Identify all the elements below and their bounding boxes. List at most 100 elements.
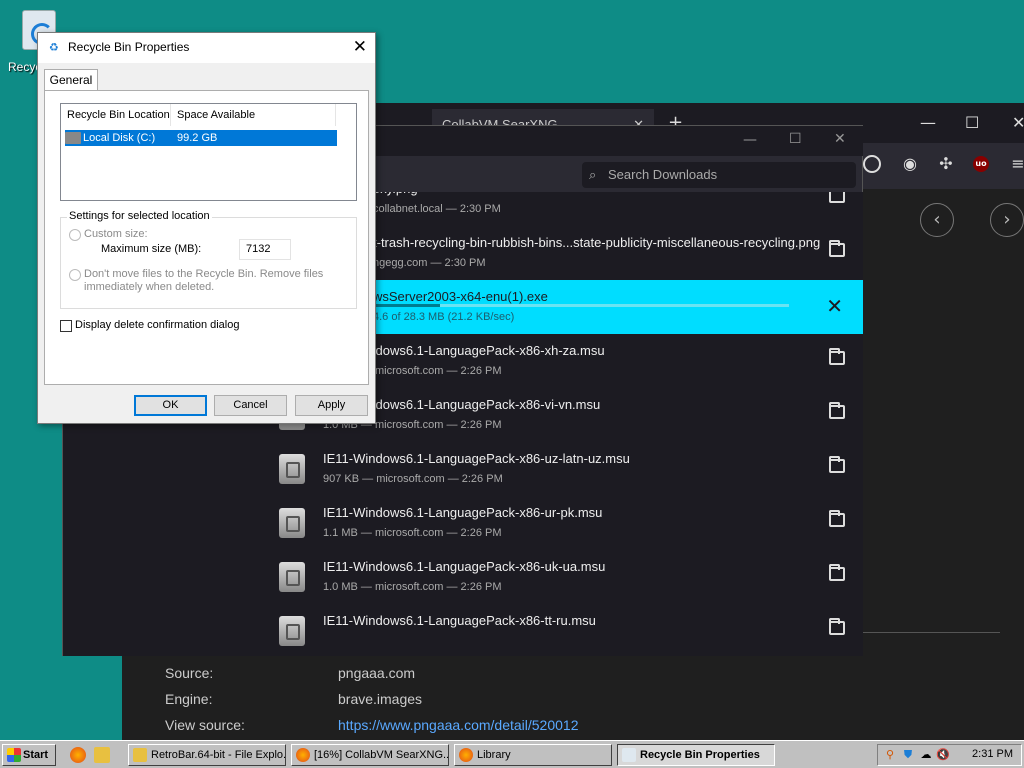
- tab-panel-general: Recycle Bin Location Space Available Loc…: [44, 90, 369, 385]
- open-folder-icon[interactable]: [829, 348, 845, 365]
- system-tray: ⚲ ⛊ ☁ 🔇 2:31 PM: [877, 744, 1022, 766]
- recycle-bin-icon: [622, 748, 636, 762]
- view-source-link[interactable]: https://www.pngaaa.com/detail/520012: [338, 717, 579, 733]
- dont-move-radio[interactable]: [69, 269, 81, 281]
- explorer-quicklaunch-icon[interactable]: [94, 747, 110, 763]
- download-name: IE11-Windows6.1-LanguagePack-x86-ur-pk.m…: [323, 505, 603, 520]
- dialog-titlebar: ♻ Recycle Bin Properties ✕: [38, 33, 375, 63]
- clock: 2:31 PM: [972, 748, 1013, 760]
- max-size-label: Maximum size (MB):: [101, 243, 202, 255]
- library-close-button[interactable]: ✕: [834, 131, 846, 147]
- file-icon: [279, 454, 305, 484]
- browser-close-button[interactable]: ✕: [1012, 113, 1024, 132]
- account-icon[interactable]: ◉: [899, 153, 921, 175]
- next-image-button[interactable]: ›: [990, 203, 1024, 237]
- custom-size-label: Custom size:: [84, 228, 148, 240]
- download-item[interactable]: IE11-Windows6.1-LanguagePack-x86-tt-ru.m…: [263, 604, 863, 656]
- taskbar-item-label: [16%] CollabVM SearXNG...: [314, 749, 449, 761]
- shield-icon[interactable]: ⛊: [901, 748, 915, 762]
- dont-move-label-1: Don't move files to the Recycle Bin. Rem…: [84, 268, 324, 280]
- start-button[interactable]: Start: [2, 744, 56, 766]
- engine-label: Engine:: [165, 691, 213, 707]
- download-meta: collabnet.local — 2:30 PM: [373, 203, 501, 215]
- library-minimize-button[interactable]: —: [743, 132, 757, 148]
- dont-move-label-2: immediately when deleted.: [84, 281, 215, 293]
- file-icon: [279, 508, 305, 538]
- drive-icon: [65, 132, 81, 144]
- download-meta: 4.6 of 28.3 MB (21.2 KB/sec): [373, 311, 515, 323]
- cancel-button[interactable]: Cancel: [214, 395, 287, 416]
- taskbar-item-label: Recycle Bin Properties: [640, 749, 760, 761]
- taskbar-item-label: Library: [477, 749, 511, 761]
- custom-size-radio[interactable]: [69, 229, 81, 241]
- open-folder-icon[interactable]: [829, 510, 845, 527]
- location-listview[interactable]: Recycle Bin Location Space Available Loc…: [60, 103, 357, 201]
- search-placeholder: Search Downloads: [608, 167, 718, 182]
- column-header-location[interactable]: Recycle Bin Location: [61, 104, 171, 126]
- download-item[interactable]: IE11-Windows6.1-LanguagePack-x86-ur-pk.m…: [263, 496, 863, 550]
- download-name: IE11-Windows6.1-LanguagePack-x86-tt-ru.m…: [323, 613, 596, 628]
- taskbar-item-file-explorer[interactable]: RetroBar.64-bit - File Explo...: [128, 744, 286, 766]
- download-name: wsServer2003-x64-enu(1).exe: [373, 289, 548, 304]
- download-item[interactable]: IE11-Windows6.1-LanguagePack-x86-uk-ua.m…: [263, 550, 863, 604]
- download-meta: ngegg.com — 2:30 PM: [373, 257, 486, 269]
- menu-icon[interactable]: ≡: [1007, 153, 1024, 175]
- download-meta: 907 KB — microsoft.com — 2:26 PM: [323, 473, 503, 485]
- taskbar: Start RetroBar.64-bit - File Explo... [1…: [0, 740, 1024, 768]
- open-folder-icon[interactable]: [829, 402, 845, 419]
- tab-general[interactable]: General: [44, 69, 98, 91]
- download-name: t-trash-recycling-bin-rubbish-bins...sta…: [373, 235, 821, 250]
- taskbar-item-searxng[interactable]: [16%] CollabVM SearXNG...: [291, 744, 449, 766]
- firefox-icon: [296, 748, 310, 762]
- engine-value: brave.images: [338, 691, 423, 707]
- settings-group-title: Settings for selected location: [67, 210, 212, 222]
- view-source-label: View source:: [165, 717, 245, 733]
- source-label: Source:: [165, 665, 214, 681]
- download-item[interactable]: IE11-Windows6.1-LanguagePack-x86-uz-latn…: [263, 442, 863, 496]
- browser-maximize-button[interactable]: ☐: [965, 113, 979, 132]
- network-offline-icon[interactable]: ☁: [919, 748, 933, 762]
- recycle-bin-icon: ♻: [49, 41, 59, 54]
- download-name: oxy.png: [373, 192, 418, 196]
- progress-fill: [373, 304, 440, 307]
- max-size-input[interactable]: 7132: [239, 239, 291, 260]
- file-icon: [279, 616, 305, 646]
- settings-group: Settings for selected location Custom si…: [60, 210, 357, 309]
- apply-button[interactable]: Apply: [295, 395, 368, 416]
- download-name: IE11-Windows6.1-LanguagePack-x86-uk-ua.m…: [323, 559, 606, 574]
- prev-image-button[interactable]: ‹: [920, 203, 954, 237]
- taskbar-item-library[interactable]: Library: [454, 744, 612, 766]
- browser-minimize-button[interactable]: —: [920, 113, 936, 132]
- open-folder-icon[interactable]: [829, 456, 845, 473]
- volume-muted-icon[interactable]: 🔇: [936, 748, 950, 762]
- open-folder-icon[interactable]: [829, 564, 845, 581]
- open-folder-icon[interactable]: [829, 240, 845, 257]
- taskbar-item-recycle-bin-properties[interactable]: Recycle Bin Properties: [617, 744, 775, 766]
- download-name: IE11-Windows6.1-LanguagePack-x86-uz-latn…: [323, 451, 630, 466]
- extensions-icon[interactable]: ✣: [935, 153, 957, 175]
- search-icon[interactable]: ⚲: [883, 748, 897, 762]
- dialog-title: Recycle Bin Properties: [68, 40, 190, 54]
- location-space: 99.2 GB: [177, 132, 218, 144]
- cancel-download-icon[interactable]: ✕: [826, 294, 843, 318]
- folder-icon: [133, 748, 147, 762]
- ublock-icon[interactable]: uo: [973, 156, 989, 172]
- open-folder-icon[interactable]: [829, 618, 845, 635]
- firefox-icon: [459, 748, 473, 762]
- library-maximize-button[interactable]: ☐: [789, 131, 802, 147]
- ok-button[interactable]: OK: [134, 395, 207, 416]
- windows-logo-icon: [7, 748, 21, 762]
- shield-icon[interactable]: [863, 155, 881, 173]
- search-icon: ⌕: [589, 167, 597, 182]
- open-folder-icon[interactable]: [829, 192, 845, 203]
- recycle-bin-properties-dialog: ♻ Recycle Bin Properties ✕ General Recyc…: [37, 32, 376, 424]
- taskbar-item-label: RetroBar.64-bit - File Explo...: [151, 749, 286, 761]
- firefox-quicklaunch-icon[interactable]: [70, 747, 86, 763]
- dialog-close-button[interactable]: ✕: [353, 37, 367, 57]
- location-row-c[interactable]: Local Disk (C:) 99.2 GB: [65, 130, 337, 146]
- confirm-delete-checkbox[interactable]: [60, 320, 72, 332]
- download-meta: 1.1 MB — microsoft.com — 2:26 PM: [323, 527, 502, 539]
- column-header-space[interactable]: Space Available: [171, 104, 336, 126]
- downloads-search-input[interactable]: ⌕ Search Downloads: [582, 162, 856, 188]
- location-name: Local Disk (C:): [83, 132, 156, 144]
